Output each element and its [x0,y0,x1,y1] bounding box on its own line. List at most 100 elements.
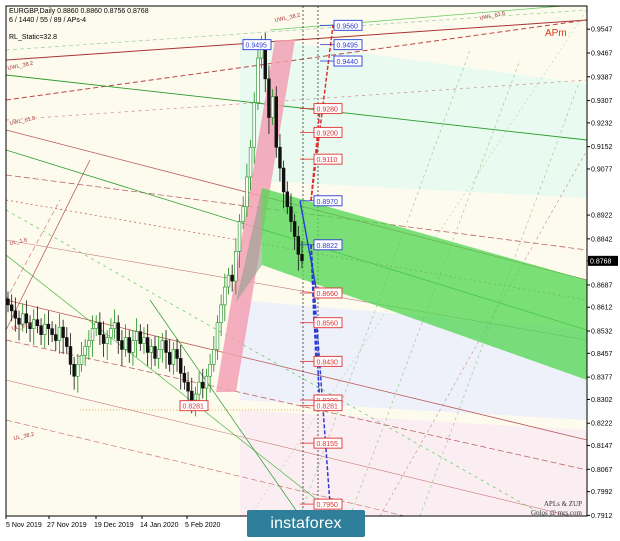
level-value: 0.8281 [317,404,339,411]
candle-body [101,334,106,344]
candle-body [105,337,109,344]
candle-body [186,381,190,392]
level-value: 0.7950 [317,502,339,509]
candle-body [98,322,102,335]
candle-body [6,298,10,306]
x-tick-label: 5 Nov 2019 [6,522,42,529]
candle-body [278,146,282,169]
candle-body [226,274,231,288]
level-value: 0.8822 [317,243,339,250]
apm-label: APm [545,28,567,39]
candle-body [116,322,120,341]
candle-body [54,334,58,341]
level-value: 0.8430 [317,359,339,366]
candle-body [68,346,73,365]
y-axis: 0.9547 0.9467 0.9387 0.9307 0.9232 0.9152 0.90… [587,27,613,520]
y-tick-label: 0.9547 [591,27,613,34]
y-tick-label: 0.8612 [591,305,613,312]
candle-body [241,206,245,222]
candle-body [281,167,286,193]
chart-params: 6 / 1440 / 55 / 89 / APs-4 [9,17,87,24]
candle-body [153,346,157,359]
level-value: 0.8660 [317,291,339,298]
candle-body [193,393,198,401]
x-tick-label: 27 Nov 2019 [47,522,87,529]
candle-body [252,102,256,148]
candle-body [134,331,139,341]
candle-body [65,337,69,347]
candle-body [123,337,128,350]
candle-body [164,340,168,353]
candle-body [35,319,40,326]
current-price-label: 0.8768 [590,258,612,265]
candle-body [179,358,183,374]
candle-body [212,349,216,365]
level-value: 0.9200 [317,130,339,137]
y-tick-label: 0.8377 [591,375,613,382]
level-value: 0.8155 [317,441,339,448]
candle-body [245,176,249,208]
x-tick-label: 14 Jan 2020 [140,522,179,529]
chart-canvas[interactable]: 0.9560 0.9495 0.9440 0.9280 0.9200 0.9110 0.89… [0,0,620,541]
y-tick-label: 0.8922 [591,213,613,220]
rl-static-label: RL_Static=32.8 [9,34,58,41]
mark-value: 0.8281 [183,404,205,411]
candle-body [237,221,242,252]
instaforex-logo[interactable]: instaforex [247,510,365,537]
y-tick-label: 0.7912 [591,513,613,520]
candle-body [94,322,98,329]
y-tick-label: 0.9307 [591,98,613,105]
chart-title: EURGBP,Daily 0.8860 0.8860 0.8756 0.8768 [9,8,149,15]
candle-body [87,340,91,347]
candle-body [285,191,289,208]
candle-body [46,323,51,329]
candle-body [13,310,18,319]
candle-body [127,337,131,353]
y-tick-label: 0.8067 [591,467,613,474]
signature-line1: APLs & ZUP [543,500,582,508]
y-tick-label: 0.8302 [591,397,613,404]
candle-body [131,340,135,353]
y-tick-label: 0.8222 [591,421,613,428]
y-tick-label: 0.9232 [591,120,613,127]
candle-body [201,381,205,389]
candle-body [197,381,201,395]
candle-body [292,221,297,237]
candle-body [171,349,176,365]
level-value: 0.8970 [317,199,339,206]
y-tick-label: 0.9077 [591,166,613,173]
candle-body [190,390,194,401]
candle-body [234,251,238,282]
level-value: 0.8560 [317,321,339,328]
y-tick-label: 0.8532 [591,329,613,336]
price-mark: 0.9495 [242,39,272,51]
candle-body [112,322,117,329]
candle-body [204,375,209,389]
price-mark: 0.8281 [179,400,209,412]
y-tick-label: 0.9152 [591,144,613,151]
candle-body [296,236,301,255]
candle-body [256,57,260,103]
candle-body [142,337,146,344]
candle-body [175,349,179,359]
signature-line2: Golos @ mrs.com [531,509,582,517]
candle-body [274,96,278,148]
x-tick-label: 19 Dec 2019 [94,522,134,529]
candle-body [76,364,80,377]
candle-body [79,355,84,365]
chart-window: 0.9560 0.9495 0.9440 0.9280 0.9200 0.9110 0.89… [0,0,620,541]
candle-body [9,304,14,312]
y-tick-label: 0.8842 [591,236,613,243]
candle-body [156,349,161,359]
candle-body [61,326,65,338]
candle-body [24,313,29,324]
candle-body [43,323,47,335]
y-tick-label: 0.8147 [591,443,613,450]
y-tick-label: 0.9467 [591,50,613,57]
y-tick-label: 0.7992 [591,489,613,496]
candle-body [149,346,154,353]
candle [274,86,278,158]
y-tick-label: 0.8687 [591,282,613,289]
candle-body [230,274,234,282]
candle-body [50,328,54,335]
